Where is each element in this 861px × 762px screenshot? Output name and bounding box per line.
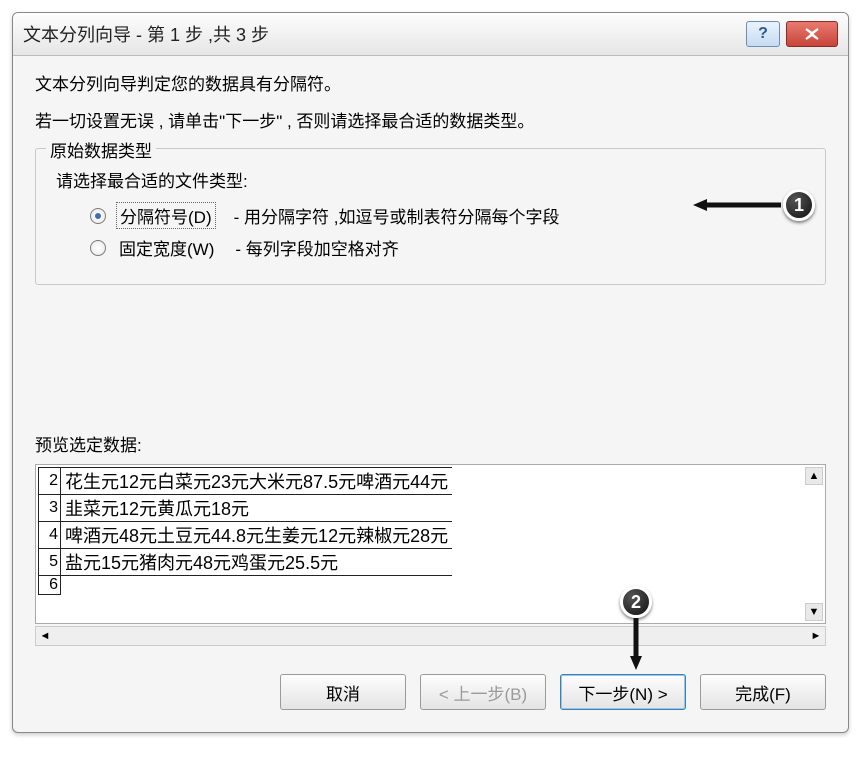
scroll-down-icon[interactable]: ▼	[805, 603, 823, 621]
row-num: 3	[39, 495, 61, 522]
close-button[interactable]	[786, 21, 838, 47]
row-text: 盐元15元猪肉元48元鸡蛋元25.5元	[61, 549, 453, 576]
preview-row: 3 韭菜元12元黄瓜元18元	[39, 495, 453, 522]
preview-row: 4 啤酒元48元土豆元44.8元生姜元12元辣椒元28元	[39, 522, 453, 549]
preview-box: 2 花生元12元白菜元23元大米元87.5元啤酒元44元 3 韭菜元12元黄瓜元…	[35, 464, 826, 624]
dialog-title: 文本分列向导 - 第 1 步 ,共 3 步	[23, 21, 746, 47]
radio-delimited[interactable]	[90, 208, 106, 224]
titlebar: 文本分列向导 - 第 1 步 ,共 3 步 ?	[13, 13, 848, 56]
dialog-body: 文本分列向导判定您的数据具有分隔符。 若一切设置无误 , 请单击"下一步" , …	[13, 56, 848, 732]
radio-fixed-width[interactable]	[90, 240, 106, 256]
radio-fixed-width-label[interactable]: 固定宽度(W)	[116, 235, 217, 260]
horizontal-scrollbar[interactable]: ◄ ►	[35, 626, 826, 646]
row-num: 6	[39, 576, 61, 595]
close-icon	[804, 24, 820, 45]
help-icon: ?	[758, 25, 768, 43]
help-button[interactable]: ?	[746, 21, 780, 47]
preview-row: 5 盐元15元猪肉元48元鸡蛋元25.5元	[39, 549, 453, 576]
titlebar-buttons: ?	[746, 21, 838, 47]
scroll-right-icon[interactable]: ►	[807, 628, 825, 644]
callout-2-badge: 2	[620, 586, 652, 618]
radio-delimited-label[interactable]: 分隔符号(D)	[116, 202, 216, 229]
preview-row: 2 花生元12元白菜元23元大米元87.5元啤酒元44元	[39, 468, 453, 495]
preview-table: 2 花生元12元白菜元23元大米元87.5元啤酒元44元 3 韭菜元12元黄瓜元…	[38, 467, 452, 595]
callout-2: 2	[620, 586, 652, 670]
row-text: 花生元12元白菜元23元大米元87.5元啤酒元44元	[61, 468, 453, 495]
arrow-down-icon	[628, 618, 644, 670]
next-button[interactable]: 下一步(N) >	[560, 674, 686, 710]
back-button: < 上一步(B)	[420, 674, 546, 710]
data-type-fieldset: 原始数据类型 请选择最合适的文件类型: 分隔符号(D) - 用分隔字符 ,如逗号…	[35, 148, 826, 285]
scroll-left-icon[interactable]: ◄	[36, 628, 54, 644]
intro-text-1: 文本分列向导判定您的数据具有分隔符。	[35, 70, 826, 95]
callout-1: 1	[693, 189, 815, 221]
finish-button[interactable]: 完成(F)	[700, 674, 826, 710]
wizard-dialog: 文本分列向导 - 第 1 步 ,共 3 步 ? 文本分列向导判定您的数据具有分隔…	[12, 12, 849, 733]
spacer	[35, 311, 826, 431]
row-text: 啤酒元48元土豆元44.8元生姜元12元辣椒元28元	[61, 522, 453, 549]
arrow-left-icon	[693, 197, 783, 213]
radio-fixed-width-desc: - 每列字段加空格对齐	[235, 235, 398, 260]
row-num: 4	[39, 522, 61, 549]
preview-label: 预览选定数据:	[35, 431, 826, 456]
scroll-up-icon[interactable]: ▲	[805, 467, 823, 485]
row-num: 2	[39, 468, 61, 495]
radio-delimited-desc: - 用分隔字符 ,如逗号或制表符分隔每个字段	[234, 203, 560, 228]
button-row: 取消 < 上一步(B) 下一步(N) > 完成(F) 2	[35, 674, 826, 710]
row-text: 韭菜元12元黄瓜元18元	[61, 495, 453, 522]
cancel-button[interactable]: 取消	[280, 674, 406, 710]
fieldset-legend: 原始数据类型	[46, 137, 156, 162]
option-fixed-width-row: 固定宽度(W) - 每列字段加空格对齐	[90, 235, 811, 260]
preview-row: 6	[39, 576, 453, 595]
row-text	[61, 576, 453, 595]
callout-1-badge: 1	[783, 189, 815, 221]
row-num: 5	[39, 549, 61, 576]
intro-text-2: 若一切设置无误 , 请单击"下一步" , 否则请选择最合适的数据类型。	[35, 107, 826, 132]
